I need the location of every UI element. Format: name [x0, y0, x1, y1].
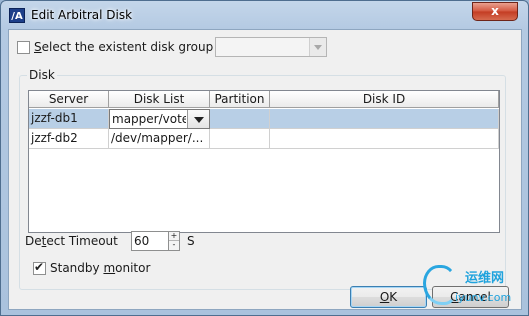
column-header-partition[interactable]: Partition [210, 91, 270, 108]
partition-cell[interactable] [210, 109, 270, 129]
select-disk-group-checkbox[interactable] [17, 40, 30, 54]
column-header-disk-id[interactable]: Disk ID [270, 91, 499, 108]
column-header-server[interactable]: Server [29, 91, 109, 108]
table-row[interactable]: jzzf-db1 mapper/vote [29, 109, 499, 129]
disk-list-dropdown[interactable]: mapper/vote [109, 109, 210, 129]
timeout-unit-label: S [187, 234, 195, 248]
close-button[interactable]: x [472, 2, 518, 21]
table-header: Server Disk List Partition Disk ID [29, 91, 499, 108]
table-row[interactable]: jzzf-db2 /dev/mapper/... [29, 129, 499, 149]
select-disk-group-option[interactable]: Select the existent disk group [17, 38, 213, 56]
spin-down-icon[interactable]: - [169, 241, 179, 250]
disk-id-cell[interactable] [270, 129, 499, 149]
detect-timeout-input[interactable]: 60 [131, 231, 169, 251]
server-cell[interactable]: jzzf-db2 [29, 129, 109, 149]
disk-groupbox-legend: Disk [27, 68, 57, 82]
column-header-disk-list[interactable]: Disk List [109, 91, 210, 108]
title-bar[interactable]: /A Edit Arbitral Disk x [1, 1, 528, 29]
disk-table[interactable]: Server Disk List Partition Disk ID jzzf-… [28, 90, 500, 233]
select-disk-group-label[interactable]: Select the existent disk group [34, 40, 213, 54]
disk-list-dropdown-value[interactable]: mapper/vote [112, 110, 186, 128]
disk-id-cell[interactable] [270, 109, 499, 129]
standby-monitor-label[interactable]: Standby monitor [50, 261, 150, 275]
cancel-button[interactable]: Cancel [432, 286, 509, 308]
partition-cell[interactable] [210, 129, 270, 149]
detect-timeout-label: Detect Timeout [25, 234, 118, 248]
disk-group-select [215, 37, 327, 57]
dialog-content: Select the existent disk group Disk Serv… [8, 29, 522, 310]
detect-timeout-stepper[interactable]: + - [169, 231, 180, 251]
disk-groupbox: Disk Server Disk List Partition Disk ID … [19, 68, 506, 290]
standby-monitor-option[interactable]: Standby monitor [33, 260, 150, 276]
standby-monitor-checkbox[interactable] [33, 260, 46, 275]
dialog-window: /A Edit Arbitral Disk x Select the exist… [0, 0, 529, 316]
disk-list-cell[interactable]: /dev/mapper/... [109, 129, 210, 149]
chevron-down-icon[interactable] [187, 110, 209, 128]
dialog-title: Edit Arbitral Disk [31, 8, 133, 22]
chevron-down-icon [309, 38, 326, 56]
server-cell[interactable]: jzzf-db1 [29, 109, 109, 129]
app-logo-icon: /A [9, 8, 25, 23]
ok-button[interactable]: OK [350, 286, 427, 308]
